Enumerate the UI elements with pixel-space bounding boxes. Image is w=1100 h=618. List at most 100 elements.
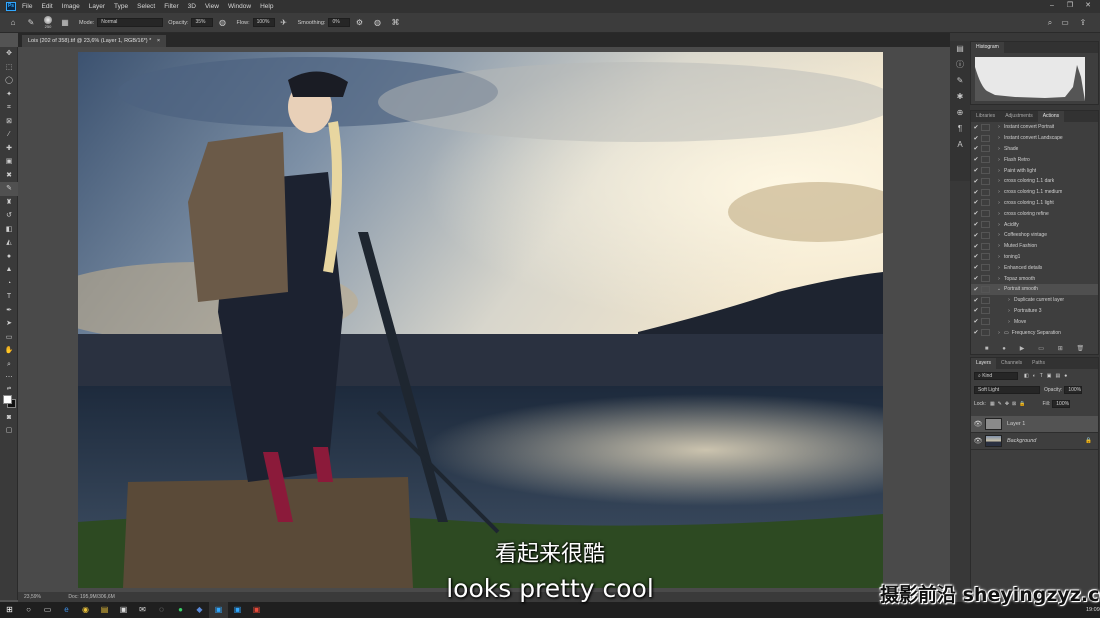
brush-panel-icon[interactable]: ✎	[950, 73, 970, 89]
smoothing-gear-icon[interactable]: ⚙	[354, 18, 364, 28]
app-icon[interactable]: ▣	[247, 602, 266, 618]
quick-mask-icon[interactable]: ◙	[0, 411, 18, 425]
chevron-right-icon[interactable]: ›	[994, 330, 1004, 336]
tab-libraries[interactable]: Libraries	[971, 111, 1000, 122]
action-item[interactable]: ✔ › ▭ Frequency Separation	[971, 327, 1098, 338]
info-panel-icon[interactable]: ⓘ	[950, 57, 970, 73]
edit-toolbar-icon[interactable]: ⋯	[0, 371, 18, 385]
flow-field[interactable]: 100%	[252, 18, 275, 27]
dialog-toggle-box[interactable]	[981, 307, 990, 315]
action-item[interactable]: ✔ › Instant convert Portrait	[971, 122, 1098, 133]
document-canvas-image[interactable]	[78, 52, 883, 588]
visibility-eye-icon[interactable]: 👁	[971, 420, 985, 428]
chevron-right-icon[interactable]: ›	[994, 232, 1004, 238]
restore-button[interactable]: ❐	[1062, 0, 1078, 13]
action-item[interactable]: ✔ › Enhanced details	[971, 262, 1098, 273]
action-item[interactable]: ✔ › Move	[971, 316, 1098, 327]
workspace-icon[interactable]: ▭	[1060, 18, 1070, 28]
filter-icons[interactable]: ◧◐T▣▤●	[1024, 373, 1071, 379]
checkmark-icon[interactable]: ✔	[971, 318, 981, 325]
dialog-toggle-box[interactable]	[981, 242, 990, 250]
action-item[interactable]: ✔ › cross coloring 1.1 medium	[971, 187, 1098, 198]
menu-layer[interactable]: Layer	[89, 3, 105, 10]
search-icon[interactable]: ○	[19, 602, 38, 618]
dialog-toggle-box[interactable]	[981, 318, 990, 326]
dialog-toggle-box[interactable]	[981, 329, 990, 337]
brush-tool-icon[interactable]: ✎	[26, 18, 36, 28]
red-eye-tool-icon[interactable]: ✖	[0, 169, 18, 183]
blend-mode-dropdown[interactable]: Soft Light	[974, 386, 1040, 394]
action-item[interactable]: ✔ ⌄ Portrait smooth	[971, 283, 1098, 295]
chevron-right-icon[interactable]: ›	[1004, 308, 1014, 314]
checkmark-icon[interactable]: ✔	[971, 189, 981, 196]
spotify-icon[interactable]: ●	[171, 602, 190, 618]
brush-tool-selected-icon[interactable]: ✎	[0, 182, 18, 196]
hand-tool-icon[interactable]: ✋	[0, 344, 18, 358]
action-item[interactable]: ✔ › Duplicate current layer	[971, 295, 1098, 306]
checkmark-icon[interactable]: ✔	[971, 329, 981, 336]
checkmark-icon[interactable]: ✔	[971, 135, 981, 142]
foreground-color-swatch[interactable]	[3, 394, 12, 404]
dialog-toggle-box[interactable]	[981, 123, 990, 131]
history-panel-icon[interactable]: ▤	[950, 41, 970, 57]
dialog-toggle-box[interactable]	[981, 188, 990, 196]
layer-opacity-field[interactable]: 100%	[1064, 386, 1083, 394]
chevron-right-icon[interactable]: ›	[994, 243, 1004, 249]
app-icon[interactable]: ◆	[190, 602, 209, 618]
action-item[interactable]: ✔ › cross coloring refine	[971, 208, 1098, 219]
menu-3d[interactable]: 3D	[188, 3, 196, 10]
tab-actions[interactable]: Actions	[1037, 111, 1065, 122]
chevron-right-icon[interactable]: ›	[994, 146, 1004, 152]
close-window-button[interactable]: ✕	[1080, 0, 1096, 13]
path-selection-tool-icon[interactable]: ➤	[0, 317, 18, 331]
edge-browser-icon[interactable]: e	[57, 602, 76, 618]
menu-select[interactable]: Select	[137, 3, 155, 10]
action-item[interactable]: ✔ › toning1	[971, 252, 1098, 263]
checkmark-icon[interactable]: ✔	[971, 124, 981, 131]
chevron-right-icon[interactable]: ›	[1004, 319, 1014, 325]
minimize-button[interactable]: –	[1044, 0, 1060, 13]
history-brush-tool-icon[interactable]: ↺	[0, 209, 18, 223]
paint-bucket-tool-icon[interactable]: ◭	[0, 236, 18, 250]
checkmark-icon[interactable]: ✔	[971, 286, 981, 293]
pressure-opacity-icon[interactable]: ◍	[217, 18, 227, 28]
color-swatches[interactable]	[0, 393, 18, 411]
dialog-toggle-box[interactable]	[981, 296, 990, 304]
clone-stamp-tool-icon[interactable]: ♜	[0, 196, 18, 210]
action-item[interactable]: ✔ › Muted Fashion	[971, 241, 1098, 252]
marquee-tool-icon[interactable]: ⬚	[0, 61, 18, 75]
chevron-down-icon[interactable]: ⌄	[994, 286, 1004, 292]
dialog-toggle-box[interactable]	[981, 156, 990, 164]
new-action-icon[interactable]: ⊞	[1058, 344, 1063, 354]
lock-icons[interactable]: ▦✎✥⊠🔒	[990, 401, 1029, 407]
menu-filter[interactable]: Filter	[164, 3, 178, 10]
pen-tool-icon[interactable]: ✒	[0, 304, 18, 318]
dialog-toggle-box[interactable]	[981, 253, 990, 261]
menu-type[interactable]: Type	[114, 3, 128, 10]
chevron-right-icon[interactable]: ›	[994, 135, 1004, 141]
kind-filter-dropdown[interactable]: ⌕ Kind	[974, 372, 1018, 380]
skype-icon[interactable]: ◌	[152, 602, 171, 618]
menu-file[interactable]: File	[22, 3, 32, 10]
checkmark-icon[interactable]: ✔	[971, 167, 981, 174]
menu-window[interactable]: Window	[228, 3, 251, 10]
clone-source-icon[interactable]: ⊕	[950, 105, 970, 121]
airbrush-icon[interactable]: ✈	[279, 18, 289, 28]
healing-tool-icon[interactable]: ✚	[0, 142, 18, 156]
shape-tool-icon[interactable]: ▭	[0, 331, 18, 345]
action-item[interactable]: ✔ › Topaz smooth	[971, 273, 1098, 284]
crop-tool-icon[interactable]: ⌗	[0, 101, 18, 115]
lightroom-icon[interactable]: ▣	[228, 602, 247, 618]
action-item[interactable]: ✔ › Acidify	[971, 219, 1098, 230]
chevron-right-icon[interactable]: ›	[994, 200, 1004, 206]
checkmark-icon[interactable]: ✔	[971, 243, 981, 250]
dialog-toggle-box[interactable]	[981, 210, 990, 218]
chevron-right-icon[interactable]: ›	[994, 189, 1004, 195]
chevron-right-icon[interactable]: ›	[994, 276, 1004, 282]
brush-settings-icon[interactable]: ▦	[60, 18, 70, 28]
visibility-eye-icon[interactable]: 👁	[971, 437, 985, 445]
checkmark-icon[interactable]: ✔	[971, 145, 981, 152]
action-item[interactable]: ✔ › Shade	[971, 144, 1098, 155]
frame-tool-icon[interactable]: ⊠	[0, 115, 18, 129]
chevron-right-icon[interactable]: ›	[994, 178, 1004, 184]
